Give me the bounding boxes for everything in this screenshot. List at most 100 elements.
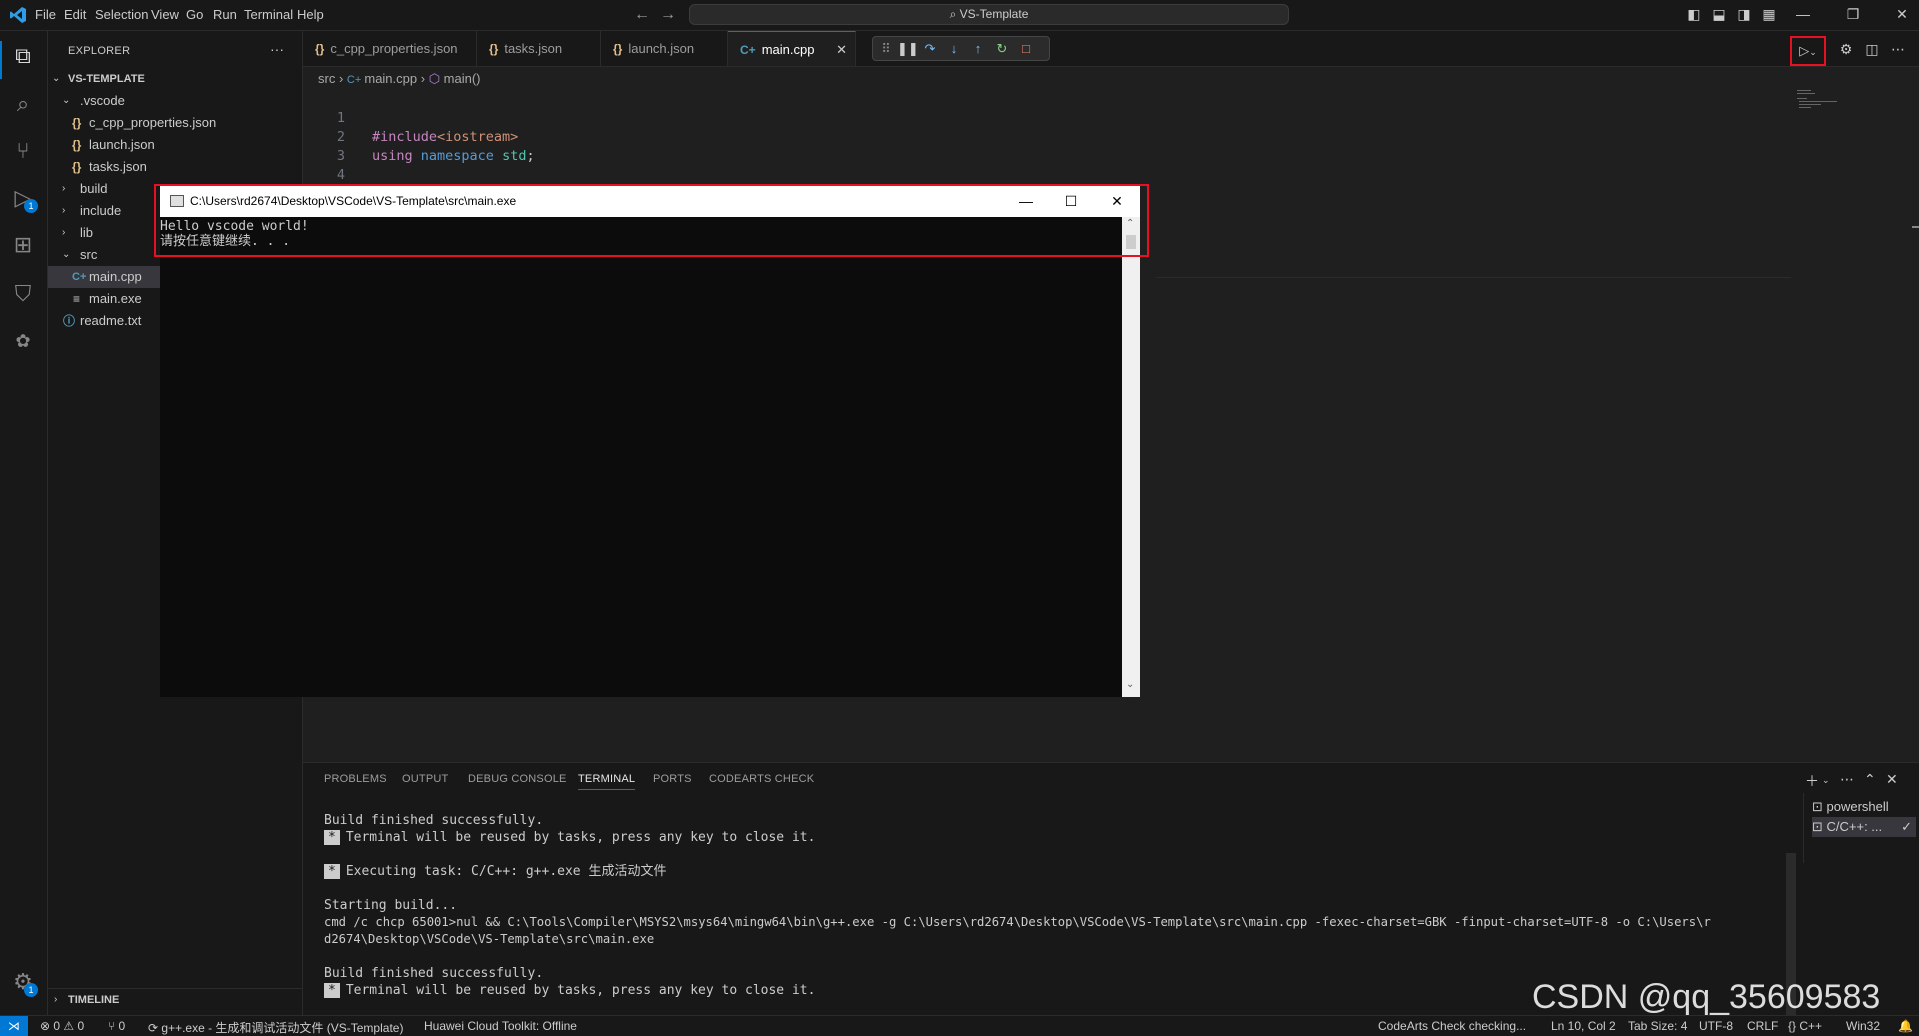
new-terminal-icon[interactable]: ＋ <box>1805 771 1819 791</box>
drag-handle-icon[interactable]: ⠿ <box>877 40 895 58</box>
settings-badge: 1 <box>24 983 38 997</box>
highlight-box <box>154 184 1149 257</box>
toolkit-status[interactable]: Huawei Cloud Toolkit: Offline <box>424 1019 577 1033</box>
tab-terminal[interactable]: TERMINAL <box>578 773 636 790</box>
codearts-status[interactable]: CodeArts Check checking... <box>1378 1019 1526 1033</box>
tab-size[interactable]: Tab Size: 4 <box>1628 1019 1687 1033</box>
search-icon[interactable]: ⌕ <box>10 91 36 117</box>
menu-help[interactable]: Help <box>297 7 324 22</box>
task-status[interactable]: ⟳ g++.exe - 生成和调试活动文件 (VS-Template) <box>148 1019 403 1036</box>
tab-problems[interactable]: PROBLEMS <box>324 773 387 785</box>
encoding[interactable]: UTF-8 <box>1699 1019 1733 1033</box>
back-arrow-icon[interactable]: ← <box>634 6 650 24</box>
terminal-line: d2674\Desktop\VSCode\VS-Template\src\mai… <box>324 932 655 946</box>
shield-icon[interactable]: ⛉ <box>10 281 36 307</box>
toggle-panel-icon[interactable]: ⬓ <box>1711 6 1727 22</box>
notifications-bell-icon[interactable]: 🔔 <box>1898 1019 1913 1033</box>
tree-item-tasks-json[interactable]: {} tasks.json <box>48 156 302 178</box>
terminal-list: ⊡ powershell ⊡ C/C++: ... ✓ <box>1803 793 1919 863</box>
toggle-sidebar-icon[interactable]: ◧ <box>1686 6 1702 22</box>
toggle-secondary-sidebar-icon[interactable]: ◨ <box>1736 6 1752 22</box>
tree-item-vscode[interactable]: ⌄ .vscode <box>48 90 302 112</box>
tab-ports[interactable]: PORTS <box>653 773 692 785</box>
menu-selection[interactable]: Selection <box>95 7 148 22</box>
step-out-icon[interactable]: ↑ <box>969 40 987 58</box>
tab-tasks-json[interactable]: {} tasks.json <box>477 31 601 66</box>
breadcrumb-file[interactable]: main.cpp <box>364 71 417 86</box>
stop-icon[interactable]: □ <box>1017 40 1035 58</box>
title-bar: File Edit Selection View Go Run Terminal… <box>0 0 1919 31</box>
tab-debug-console[interactable]: DEBUG CONSOLE <box>468 773 567 785</box>
window-minimize-icon[interactable]: — <box>1795 6 1811 22</box>
close-tab-icon[interactable]: ✕ <box>836 32 847 67</box>
menu-view[interactable]: View <box>151 7 179 22</box>
ports-count[interactable]: ⑂ 0 <box>108 1019 125 1033</box>
maximize-panel-icon[interactable]: ⌃ <box>1864 771 1876 788</box>
timeline-section[interactable]: › TIMELINE <box>48 988 302 1011</box>
restart-icon[interactable]: ↻ <box>993 40 1011 58</box>
info-icon: ⓘ <box>63 314 76 328</box>
more-actions-icon[interactable]: ··· <box>270 41 284 57</box>
code-line: 4 int main() <box>336 167 453 202</box>
command-center[interactable]: ⌕ VS-Template <box>689 4 1289 25</box>
cursor-position[interactable]: Ln 10, Col 2 <box>1551 1019 1616 1033</box>
terminal-item-cpp-task[interactable]: ⊡ C/C++: ... ✓ <box>1812 817 1916 837</box>
tab-main-cpp[interactable]: C+ main.cpp ✕ <box>728 31 856 66</box>
tab-launch-json[interactable]: {} launch.json <box>601 31 728 66</box>
activity-bar: ⧉ ⌕ ⑂ ▷ 1 ⊞ ⛉ ✿ ⚙ 1 <box>0 31 48 1015</box>
close-panel-icon[interactable]: ✕ <box>1886 771 1898 788</box>
more-actions-icon[interactable]: ⋯ <box>1889 40 1907 58</box>
gear-icon[interactable]: ⚙ <box>1837 40 1855 58</box>
tab-codearts-check[interactable]: CODEARTS CHECK <box>709 773 814 785</box>
step-into-icon[interactable]: ↓ <box>945 40 963 58</box>
chevron-down-icon[interactable]: ⌄ <box>1822 775 1830 786</box>
settings-gear-icon[interactable]: ⚙ 1 <box>10 969 38 997</box>
menu-file[interactable]: File <box>35 7 56 22</box>
explorer-files-icon[interactable]: ⧉ <box>10 43 36 69</box>
problems-count[interactable]: ⊗ 0 ⚠ 0 <box>40 1019 84 1033</box>
menu-edit[interactable]: Edit <box>64 7 86 22</box>
pause-icon[interactable]: ❚❚ <box>897 40 919 58</box>
tree-item-c-cpp-properties[interactable]: {} c_cpp_properties.json <box>48 112 302 134</box>
terminal-line: * Terminal will be reused by tasks, press… <box>324 982 815 999</box>
code-line: 5 { <box>303 166 380 221</box>
run-debug-badge: 1 <box>24 199 38 213</box>
menu-run[interactable]: Run <box>213 7 237 22</box>
window-restore-icon[interactable]: ❐ <box>1845 6 1861 22</box>
breadcrumb-folder[interactable]: src <box>318 71 335 86</box>
menu-go[interactable]: Go <box>186 7 203 22</box>
split-editor-icon[interactable]: ◫ <box>1863 40 1881 58</box>
tab-c-cpp-properties[interactable]: {} c_cpp_properties.json <box>303 31 477 66</box>
remote-indicator-icon[interactable]: ⋊ <box>0 1016 28 1036</box>
chevron-down-icon: ⌄ <box>62 249 71 260</box>
active-indicator <box>0 41 2 79</box>
window-close-icon[interactable]: ✕ <box>1894 6 1910 22</box>
code-line: 3 <box>336 148 345 164</box>
step-over-icon[interactable]: ↷ <box>921 40 939 58</box>
terminal-line: cmd /c chcp 65001>nul && C:\Tools\Compil… <box>324 915 1711 929</box>
run-debug-icon[interactable]: ▷ 1 <box>10 185 38 213</box>
extensions-icon[interactable]: ⊞ <box>10 232 36 258</box>
terminal-line: * Terminal will be reused by tasks, press… <box>324 829 815 846</box>
play-icon: ▷ <box>1799 43 1810 58</box>
platform[interactable]: Win32 <box>1846 1019 1880 1033</box>
terminal-item-powershell[interactable]: ⊡ powershell <box>1812 797 1916 817</box>
workspace-root[interactable]: ⌄ VS-TEMPLATE <box>48 68 302 90</box>
huawei-logo-icon[interactable]: ✿ <box>10 328 36 354</box>
line-ending[interactable]: CRLF <box>1747 1019 1778 1033</box>
more-actions-icon[interactable]: ⋯ <box>1840 771 1854 788</box>
console-window[interactable]: C:\Users\rd2674\Desktop\VSCode\VS-Templa… <box>160 186 1140 697</box>
scroll-down-icon[interactable]: ⌄ <box>1126 679 1134 690</box>
minimap[interactable] <box>1797 90 1837 120</box>
menu-terminal[interactable]: Terminal <box>244 7 293 22</box>
forward-arrow-icon[interactable]: → <box>660 6 676 24</box>
language-mode[interactable]: {} C++ <box>1788 1019 1822 1033</box>
run-file-button[interactable]: ▷⌄ <box>1790 36 1826 66</box>
customize-layout-icon[interactable]: ▦ <box>1761 6 1777 22</box>
tree-item-launch-json[interactable]: {} launch.json <box>48 134 302 156</box>
tab-output[interactable]: OUTPUT <box>402 773 448 785</box>
source-control-icon[interactable]: ⑂ <box>10 138 36 164</box>
breadcrumb-symbol[interactable]: main() <box>444 71 481 86</box>
code-line: 1 #include<iostream> <box>336 110 519 145</box>
console-scrollbar[interactable]: ⌃ ⌄ <box>1122 217 1140 697</box>
